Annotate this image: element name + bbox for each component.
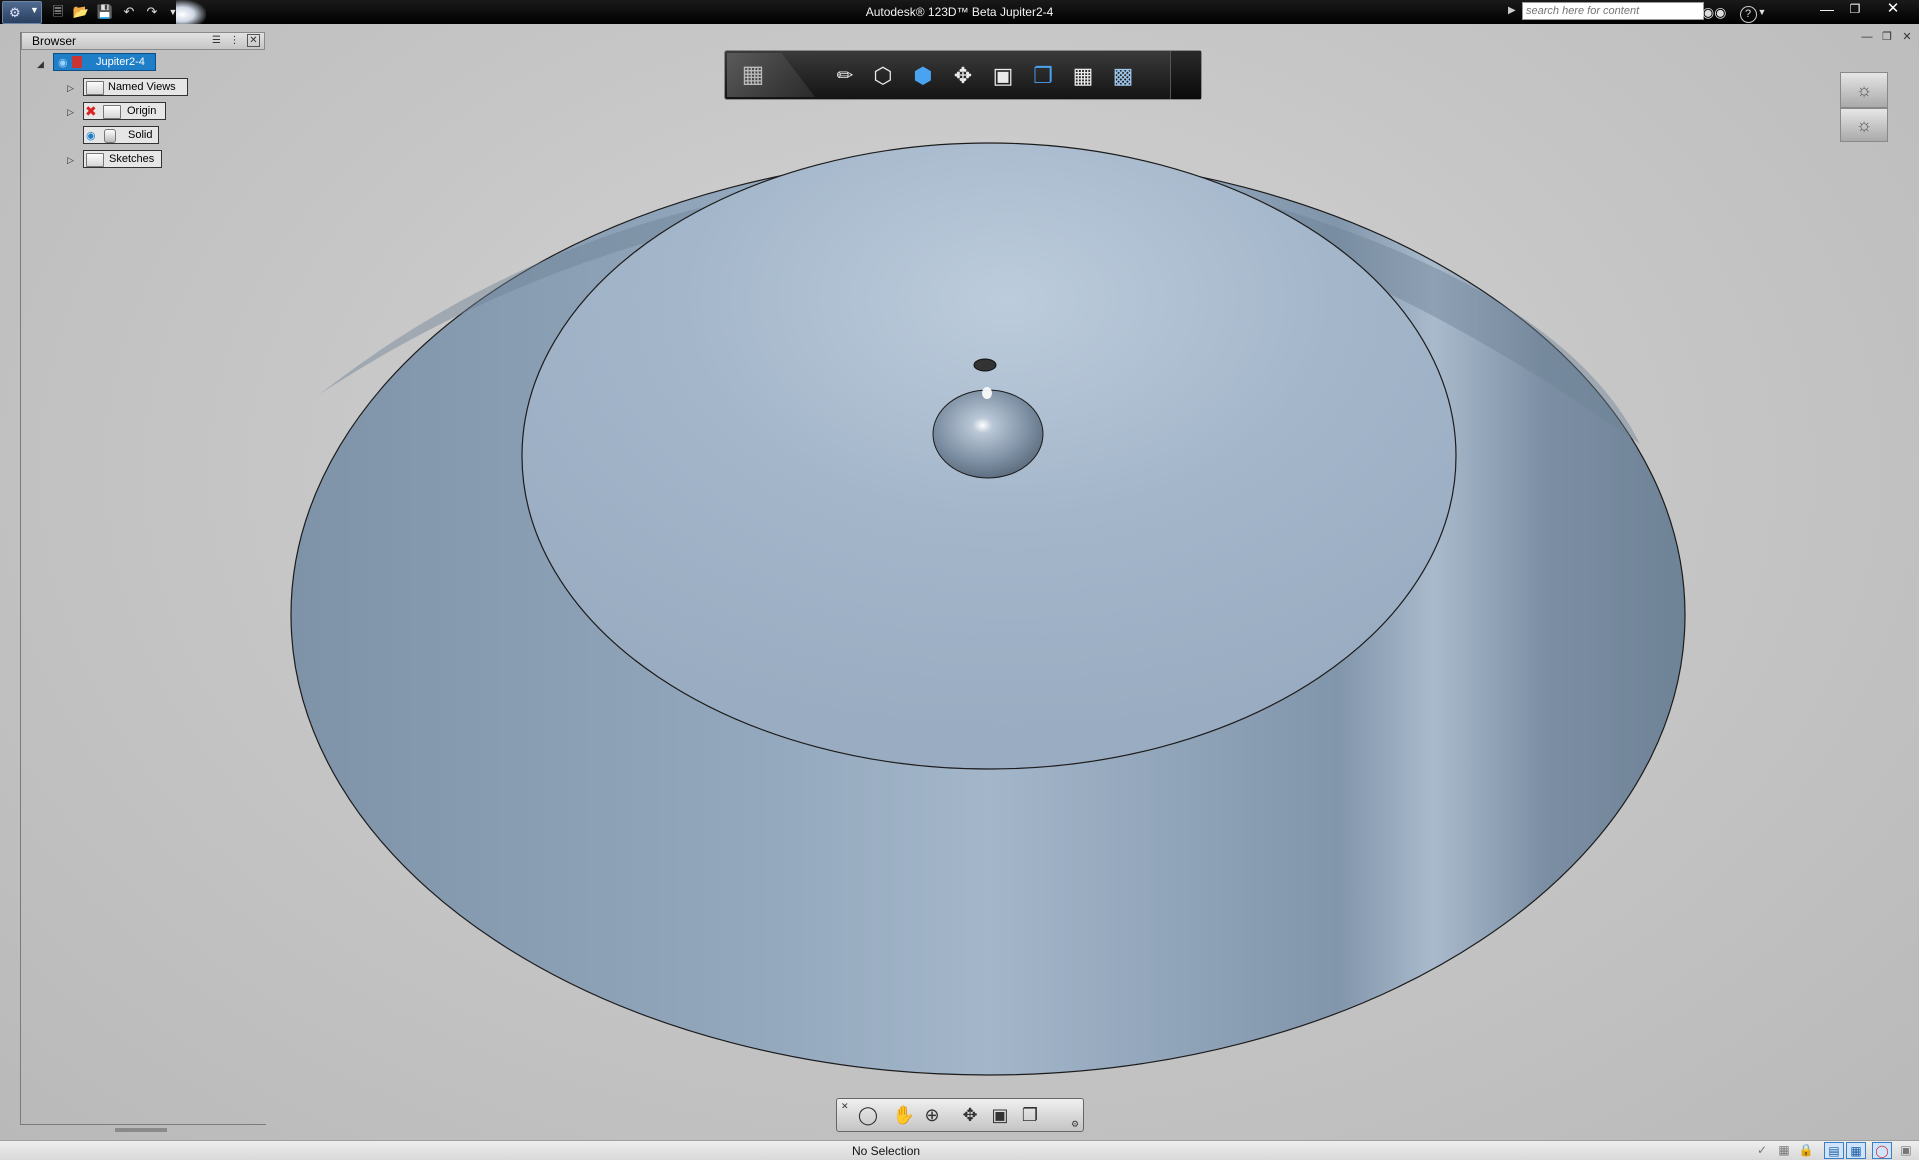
search-expand-icon[interactable]: ▶ (1508, 5, 1516, 16)
search-input[interactable] (1522, 2, 1704, 20)
grouping-icon[interactable]: ▩ (1107, 61, 1139, 91)
press-pull-icon[interactable]: ▣ (987, 61, 1019, 91)
tree-node-label: Sketches (109, 153, 155, 165)
solid-body-icon (104, 129, 116, 143)
eye-icon[interactable]: ◉ (86, 129, 102, 142)
viewport-minimize-icon[interactable]: — (1860, 30, 1874, 44)
dome-hole (973, 358, 997, 372)
extrude-icon[interactable]: ⬢ (907, 61, 939, 91)
tree-collapse-icon[interactable]: ◢ (37, 59, 44, 70)
look-at-icon[interactable]: ✥ (957, 1103, 983, 1127)
confirm-icon[interactable]: ✓ (1752, 1142, 1772, 1159)
tree-node-label: Named Views (108, 81, 176, 93)
browser-filter-icon[interactable]: ☰ (210, 34, 223, 47)
view-cube[interactable]: ☼ ☼ (1836, 72, 1890, 144)
folder-icon (86, 153, 104, 167)
binoculars-icon[interactable]: ◉◉ (1702, 2, 1726, 22)
browser-resize-grip[interactable] (115, 1128, 167, 1132)
fit-icon[interactable]: ▣ (987, 1103, 1013, 1127)
model-canvas[interactable] (0, 24, 1919, 1140)
tree-node-solid[interactable]: ◉ Solid (83, 126, 159, 144)
home-view-icon: ▦ (741, 61, 765, 88)
browser-panel: Browser ☰ ⋮ ✕ ◢ ◉ Jupiter2-4 ▷ Named Vie… (20, 32, 266, 1125)
browser-close-icon[interactable]: ✕ (247, 34, 260, 47)
pan-icon[interactable]: ✋ (891, 1103, 917, 1127)
navbar-settings-icon[interactable]: ⚙ (1071, 1119, 1079, 1130)
navbar-close-icon[interactable]: ✕ (841, 1101, 849, 1112)
hidden-eye-icon[interactable]: ✖ (85, 104, 101, 118)
view-cube-front-face[interactable]: ☼ (1840, 108, 1888, 142)
status-text: No Selection (852, 1144, 921, 1158)
move-icon[interactable]: ✥ (947, 61, 979, 91)
restore-button[interactable]: ❐ (1842, 0, 1868, 20)
box-primitive-icon[interactable]: ⬡ (867, 61, 899, 91)
tree-node-label: Origin (127, 105, 157, 117)
home-view-button[interactable]: ▦ (727, 53, 815, 97)
tree-node-sketches[interactable]: Sketches (83, 150, 162, 168)
expand-origin-icon[interactable]: ▷ (67, 107, 74, 118)
title-bar: ⚙ ▼ 🗏 📂 💾 ↶ ↷ ▼ Autodesk® 123D™ Beta Jup… (0, 0, 1919, 24)
view-cube-dropdown-icon[interactable]: ❐ (1017, 1103, 1043, 1127)
center-dome[interactable] (932, 389, 1044, 479)
view-cube-top-face[interactable]: ☼ (1840, 72, 1888, 108)
browser-header: Browser ☰ ⋮ ✕ (21, 32, 265, 50)
navigation-bar: ✕ ◯ ✋ ⊕ ✥ ▣ ❐ ⚙ (836, 1098, 1084, 1132)
folder-icon (103, 105, 121, 119)
orbit-icon[interactable]: ◯ (855, 1103, 881, 1127)
browser-title: Browser (32, 34, 77, 48)
3d-viewport[interactable]: Browser ☰ ⋮ ✕ ◢ ◉ Jupiter2-4 ▷ Named Vie… (0, 24, 1919, 1140)
zoom-icon[interactable]: ⊕ (919, 1103, 945, 1127)
viewport-close-icon[interactable]: ✕ (1900, 30, 1914, 44)
pattern-icon[interactable]: ▦ (1067, 61, 1099, 91)
view-toolbar: ▦ ✏ ⬡ ⬢ ✥ ▣ ❐ ▦ ▩ (724, 50, 1202, 100)
component-icon (72, 56, 82, 68)
tree-node-root[interactable]: ◉ Jupiter2-4 (53, 53, 156, 71)
grid-toggle-icon[interactable]: ▦ (1846, 1142, 1866, 1159)
browser-menu-icon[interactable]: ⋮ (228, 34, 241, 47)
shell-icon[interactable]: ❐ (1027, 61, 1059, 91)
status-bar: No Selection ✓ ▦ 🔒 ▤ ▦ ◯ ▣ (0, 1140, 1919, 1160)
grid-snap-icon[interactable]: ▦ (1774, 1142, 1794, 1159)
tree-node-named-views[interactable]: Named Views (83, 78, 188, 96)
folder-icon (86, 81, 104, 95)
tree-node-label: Solid (128, 129, 153, 141)
minimize-button[interactable]: — (1814, 0, 1840, 20)
settings-icon[interactable]: ▣ (1896, 1142, 1916, 1159)
viewport-restore-icon[interactable]: ❐ (1880, 30, 1894, 44)
sketch-pencil-icon[interactable]: ✏ (829, 61, 861, 91)
tree-node-label: Jupiter2-4 (96, 56, 145, 68)
tree-node-origin[interactable]: ✖ Origin (83, 102, 166, 120)
expand-sketches-icon[interactable]: ▷ (67, 155, 74, 166)
lock-icon[interactable]: 🔒 (1796, 1142, 1816, 1159)
toolbar-grip[interactable] (1170, 51, 1201, 99)
visual-style-icon[interactable]: ◯ (1872, 1142, 1892, 1159)
expand-named-views-icon[interactable]: ▷ (67, 83, 74, 94)
dome-highlight (982, 387, 992, 399)
browser-toggle-icon[interactable]: ▤ (1824, 1142, 1844, 1159)
help-dropdown-icon[interactable]: ▼ (1756, 2, 1768, 22)
close-button[interactable]: ✕ (1880, 0, 1906, 20)
